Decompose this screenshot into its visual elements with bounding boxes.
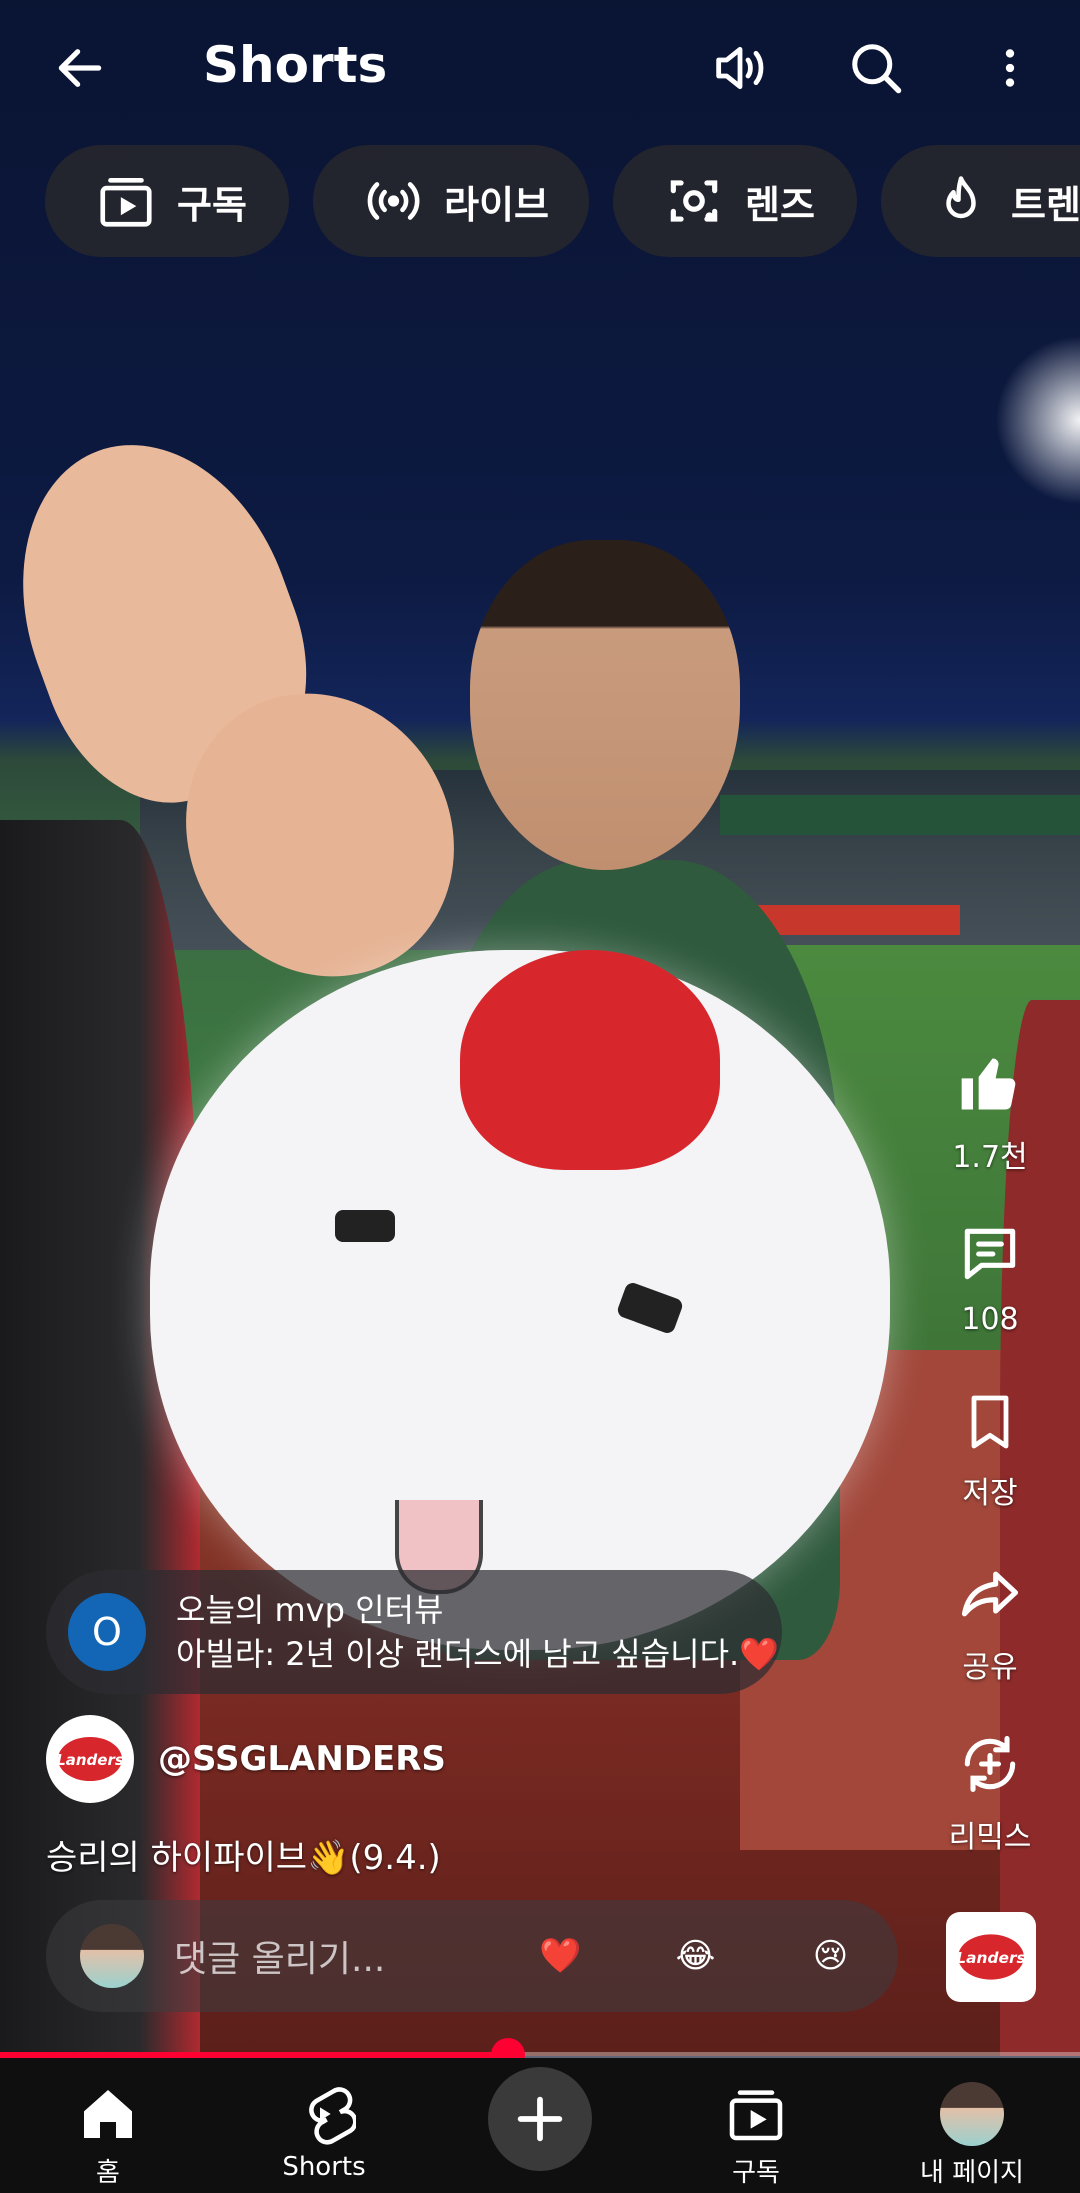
nav-home[interactable]: 홈 <box>0 2058 216 2193</box>
bookmark-icon <box>971 1395 1009 1449</box>
nav-label: Shorts <box>282 2152 366 2182</box>
more-button[interactable] <box>970 28 1050 108</box>
share-icon <box>961 1571 1019 1617</box>
pinned-avatar: O <box>68 1593 146 1671</box>
comment-input[interactable]: 댓글 올리기... <box>174 1930 493 1982</box>
chip-lens[interactable]: 렌즈 <box>613 145 857 257</box>
nav-label: 구독 <box>732 2158 780 2188</box>
back-button[interactable] <box>40 28 120 108</box>
comment-button[interactable]: 108 <box>940 1220 1040 1337</box>
shorts-icon <box>309 2087 356 2145</box>
add-icon <box>517 2096 563 2142</box>
arrow-left-icon <box>58 49 102 87</box>
pinned-line-1: 오늘의 mvp 인터뷰 <box>176 1591 444 1629</box>
nav-label: 내 페이지 <box>920 2158 1024 2188</box>
nav-subscriptions[interactable]: 구독 <box>648 2058 864 2193</box>
comment-count: 108 <box>961 1302 1019 1337</box>
channel-avatar[interactable]: Landers <box>46 1715 134 1803</box>
search-icon <box>852 44 902 94</box>
home-icon <box>84 2090 132 2138</box>
save-label: 저장 <box>962 1476 1018 1511</box>
like-count: 1.7천 <box>952 1140 1028 1175</box>
pinned-line-2: 아빌라: 2년 이상 랜더스에 남고 싶습니다.❤️ <box>176 1635 780 1673</box>
user-avatar <box>80 1924 144 1988</box>
stadium-banner <box>720 795 1080 835</box>
chip-label: 트렌 <box>1011 182 1080 227</box>
nav-shorts[interactable]: Shorts <box>216 2058 432 2193</box>
emoji-heart-button[interactable]: ❤️ <box>493 1936 628 1976</box>
subscriptions-icon <box>729 2090 783 2141</box>
chip-live[interactable]: 라이브 <box>313 145 589 257</box>
remix-button[interactable]: 리믹스 <box>940 1730 1040 1856</box>
landers-logo: Landers <box>56 1737 124 1781</box>
svg-text:Landers: Landers <box>56 1751 124 1769</box>
filter-chips: 구독 라이브 렌즈 트렌 <box>45 145 1080 260</box>
landers-logo: Landers <box>956 1934 1026 1980</box>
chip-trending[interactable]: 트렌 <box>881 145 1080 257</box>
trending-icon <box>946 176 976 219</box>
chip-subscriptions[interactable]: 구독 <box>45 145 289 257</box>
mascot-eye <box>335 1210 395 1242</box>
emoji-laugh-button[interactable]: 😂 <box>628 1936 763 1976</box>
video-caption: 승리의 하이파이브👋(9.4.) <box>46 1838 441 1878</box>
sound-thumbnail[interactable]: Landers <box>946 1912 1036 2002</box>
mascot-cap <box>460 950 720 1170</box>
sound-button[interactable] <box>700 28 780 108</box>
thumbs-up-icon <box>961 1058 1016 1110</box>
emoji-cry-button[interactable]: 😢 <box>763 1936 898 1976</box>
subscriptions-icon <box>100 178 152 227</box>
chip-label: 구독 <box>177 182 247 227</box>
share-button[interactable]: 공유 <box>940 1560 1040 1686</box>
lens-icon <box>670 180 718 222</box>
more-vertical-icon <box>1005 49 1015 87</box>
svg-text:Landers: Landers <box>956 1949 1025 1967</box>
save-button[interactable]: 저장 <box>940 1390 1040 1512</box>
nav-label: 홈 <box>96 2158 120 2188</box>
remix-label: 리믹스 <box>948 1820 1032 1855</box>
chip-label: 렌즈 <box>745 182 815 227</box>
speaker-icon <box>716 46 764 90</box>
profile-avatar <box>940 2082 1004 2146</box>
nav-my-page[interactable]: 내 페이지 <box>864 2058 1080 2193</box>
comment-icon <box>964 1228 1016 1280</box>
pinned-comment-text: 오늘의 mvp 인터뷰 아빌라: 2년 이상 랜더스에 남고 싶습니다.❤️ <box>176 1588 779 1676</box>
search-button[interactable] <box>836 28 916 108</box>
channel-handle[interactable]: @SSGLANDERS <box>158 1739 446 1779</box>
channel-row[interactable]: Landers @SSGLANDERS <box>46 1715 446 1803</box>
live-icon <box>367 182 420 220</box>
share-label: 공유 <box>962 1650 1018 1685</box>
comment-bar[interactable]: 댓글 올리기... ❤️ 😂 😢 <box>46 1900 898 2012</box>
like-button[interactable]: 1.7천 <box>940 1050 1040 1176</box>
player-head <box>470 540 740 870</box>
pinned-comment[interactable]: O 오늘의 mvp 인터뷰 아빌라: 2년 이상 랜더스에 남고 싶습니다.❤️ <box>46 1570 782 1694</box>
page-title: Shorts <box>203 36 388 94</box>
remix-icon <box>964 1735 1016 1793</box>
top-bar: Shorts <box>0 0 1080 140</box>
chip-label: 라이브 <box>444 182 549 227</box>
create-button[interactable] <box>488 2067 592 2171</box>
